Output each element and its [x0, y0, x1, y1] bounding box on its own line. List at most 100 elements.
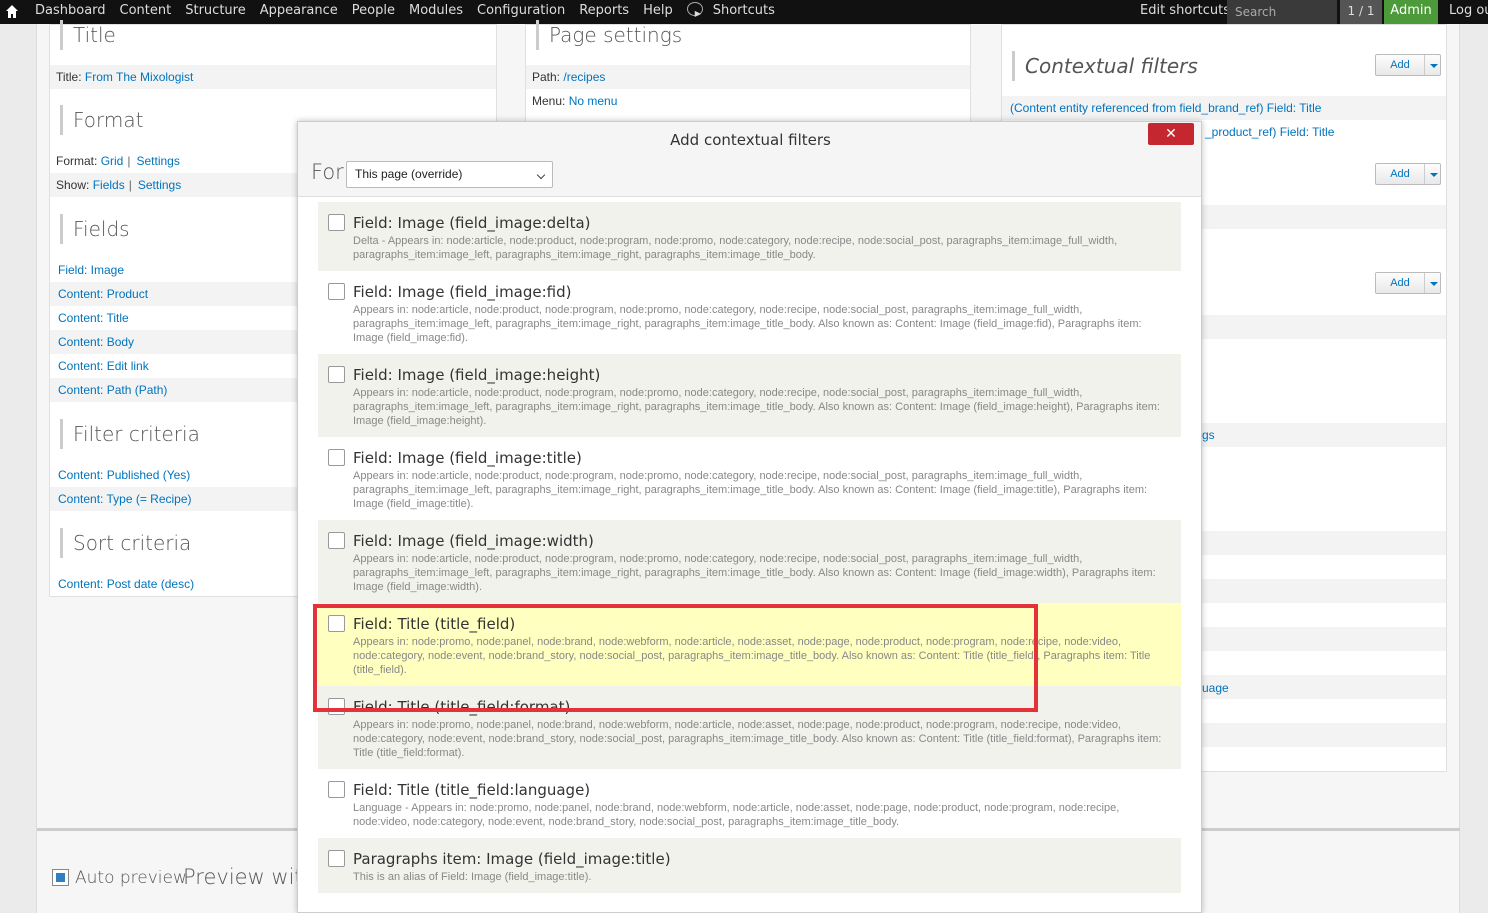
item-description: Appears in: node:article, node:product, … — [353, 470, 1148, 510]
toolbar-search-input[interactable] — [1227, 0, 1337, 24]
partial-link[interactable]: uage — [1202, 681, 1229, 695]
show-key: Show: — [56, 178, 90, 192]
menu-content[interactable]: Content — [113, 0, 179, 24]
item-name: Field: Title (title_field:language) — [353, 781, 591, 799]
for-display-select[interactable]: This page (override) — [346, 161, 553, 188]
list-item[interactable]: Paragraphs item: Image (field_image:titl… — [318, 838, 1181, 893]
home-icon[interactable] — [5, 4, 19, 19]
list-item[interactable]: Field: Image (field_image:delta) Delta -… — [318, 202, 1181, 271]
menu-row: Menu: No menu — [526, 89, 970, 113]
field-link[interactable]: Content: Path (Path) — [58, 383, 167, 397]
format-settings-link[interactable]: Settings — [136, 154, 179, 168]
menu-value-link[interactable]: No menu — [569, 94, 618, 108]
field-link[interactable]: Content: Edit link — [58, 359, 149, 373]
list-item[interactable]: Field: Image (field_image:width) Appears… — [318, 520, 1181, 603]
item-name: Paragraphs item: Image (field_image:titl… — [353, 850, 671, 868]
shortcuts-toggle-icon: ▶ — [686, 2, 703, 18]
item-checkbox[interactable] — [328, 781, 345, 798]
list-item[interactable]: Field: Image (field_image:fid) Appears i… — [318, 271, 1181, 354]
close-button[interactable]: ✕ — [1148, 123, 1194, 145]
menu-appearance[interactable]: Appearance — [253, 0, 345, 24]
item-checkbox[interactable] — [328, 449, 345, 466]
sort-criteria-heading: Sort criteria — [60, 528, 191, 558]
item-checkbox[interactable] — [328, 214, 345, 231]
dropdown-caret-icon[interactable] — [1424, 164, 1441, 184]
path-row: Path: /recipes — [526, 65, 970, 89]
contextual-filter-link[interactable]: _product_ref) Field: Title — [1205, 125, 1334, 139]
auto-preview-checkbox[interactable] — [52, 869, 69, 886]
row-stripe — [1202, 675, 1446, 699]
item-description: Appears in: node:promo, node:panel, node… — [353, 636, 1151, 676]
for-label: For — [311, 160, 344, 184]
item-name: Field: Title (title_field:format) — [353, 698, 571, 716]
add-contextual-filters-dialog: Add contextual filters ✕ For This page (… — [297, 121, 1202, 913]
field-link[interactable]: Field: Image — [58, 263, 124, 277]
menu-structure[interactable]: Structure — [178, 0, 252, 24]
item-description: Delta - Appears in: node:article, node:p… — [353, 235, 1118, 261]
dialog-title: Add contextual filters — [670, 131, 831, 149]
item-checkbox[interactable] — [328, 698, 345, 715]
list-item-highlighted[interactable]: Field: Title (title_field) Appears in: n… — [318, 603, 1181, 686]
title-value-link[interactable]: From The Mixologist — [85, 70, 193, 84]
filter-link[interactable]: Content: Published (Yes) — [58, 468, 190, 482]
filter-link[interactable]: Content: Type (= Recipe) — [58, 492, 192, 506]
item-name: Field: Title (title_field) — [353, 615, 516, 633]
item-name: Field: Image (field_image:title) — [353, 449, 582, 467]
add-button-label: Add — [1390, 168, 1410, 180]
item-checkbox[interactable] — [328, 366, 345, 383]
list-item[interactable]: Field: Title (title_field:language) Lang… — [318, 769, 1181, 838]
pager-count: 1 / 1 — [1340, 0, 1382, 24]
add-exposed-button[interactable]: Add — [1375, 272, 1441, 294]
item-checkbox[interactable] — [328, 532, 345, 549]
title-section-heading: Title — [60, 20, 116, 50]
item-name: Field: Image (field_image:delta) — [353, 214, 591, 232]
field-link[interactable]: Content: Title — [58, 311, 129, 325]
menu-modules[interactable]: Modules — [402, 0, 470, 24]
list-item[interactable]: Field: Image (field_image:height) Appear… — [318, 354, 1181, 437]
filter-criteria-heading: Filter criteria — [60, 419, 200, 449]
row-stripe — [1202, 205, 1446, 229]
row-stripe — [1202, 531, 1446, 555]
menu-shortcuts[interactable]: ▶ Shortcuts — [680, 0, 789, 24]
dialog-header: Add contextual filters ✕ For This page (… — [298, 122, 1201, 197]
item-description: Appears in: node:article, node:product, … — [353, 553, 1156, 593]
contextual-filter-link[interactable]: (Content entity referenced from field_br… — [1010, 101, 1321, 115]
contextual-filter-row: _product_ref) Field: Title — [1202, 120, 1446, 144]
path-value-link[interactable]: /recipes — [563, 70, 605, 84]
admin-toolbar: Dashboard Content Structure Appearance P… — [0, 0, 1488, 24]
show-fields-link[interactable]: Fields — [93, 178, 125, 192]
format-key: Format: — [56, 154, 98, 168]
title-row: Title: From The Mixologist — [50, 65, 496, 89]
close-icon: ✕ — [1165, 125, 1177, 141]
item-checkbox[interactable] — [328, 283, 345, 300]
partial-link[interactable]: gs — [1202, 428, 1215, 442]
user-account-link[interactable]: Admin — [1384, 0, 1438, 24]
item-checkbox[interactable] — [328, 615, 345, 632]
logout-link[interactable]: Log out — [1449, 0, 1488, 22]
fields-section-heading: Fields — [60, 214, 130, 244]
item-checkbox[interactable] — [328, 850, 345, 867]
sort-link[interactable]: Content: Post date (desc) — [58, 577, 194, 591]
show-separator: | — [128, 178, 132, 192]
row-stripe — [1202, 579, 1446, 603]
add-contextual-filter-button[interactable]: Add — [1375, 54, 1441, 76]
dropdown-caret-icon[interactable] — [1424, 55, 1441, 75]
row-stripe — [1202, 627, 1446, 651]
row-stripe — [1202, 723, 1446, 747]
row-stripe — [1202, 423, 1446, 447]
edit-shortcuts-link[interactable]: Edit shortcuts — [1140, 0, 1230, 22]
add-button-label: Add — [1390, 277, 1410, 289]
contextual-filter-row: (Content entity referenced from field_br… — [1002, 96, 1446, 120]
item-name: Field: Image (field_image:height) — [353, 366, 601, 384]
contextual-filters-heading: Contextual filters — [1012, 51, 1198, 81]
add-relationship-button[interactable]: Add — [1375, 163, 1441, 185]
menu-people[interactable]: People — [345, 0, 402, 24]
list-item[interactable]: Field: Title (title_field:format) Appear… — [318, 686, 1181, 769]
field-link[interactable]: Content: Product — [58, 287, 148, 301]
show-settings-link[interactable]: Settings — [138, 178, 181, 192]
field-link[interactable]: Content: Body — [58, 335, 134, 349]
item-name: Field: Image (field_image:fid) — [353, 283, 572, 301]
dropdown-caret-icon[interactable] — [1424, 273, 1441, 293]
list-item[interactable]: Field: Image (field_image:title) Appears… — [318, 437, 1181, 520]
format-grid-link[interactable]: Grid — [101, 154, 124, 168]
